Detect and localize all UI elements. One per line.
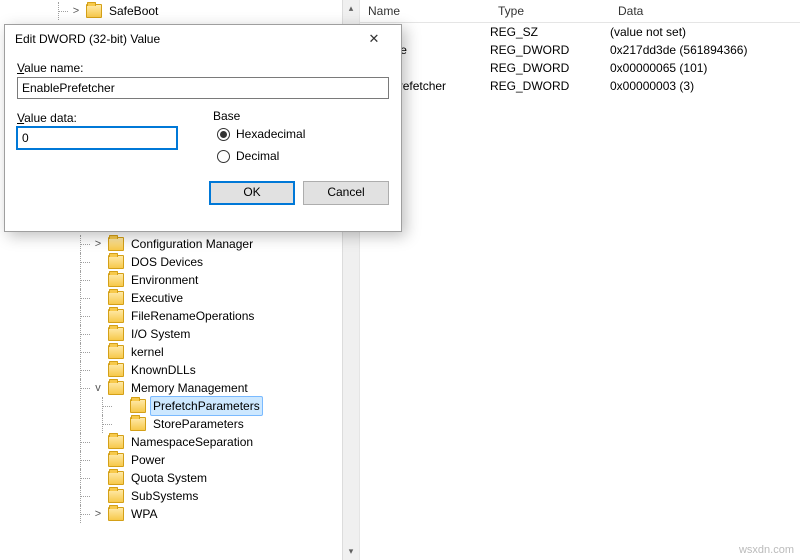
tree-item-label: KnownDLLs [128, 361, 199, 379]
tree-item[interactable]: Quota System [92, 469, 359, 487]
radio-icon [217, 128, 230, 141]
tree-item[interactable]: v Memory Management [92, 379, 359, 397]
folder-icon [108, 327, 124, 341]
folder-icon [108, 507, 124, 521]
radio-icon [217, 150, 230, 163]
tree-item-label: Configuration Manager [128, 235, 256, 253]
folder-icon [108, 489, 124, 503]
tree-item-label: Power [128, 451, 168, 469]
base-group: Base Hexadecimal Decimal [213, 109, 389, 167]
folder-icon [86, 4, 102, 18]
expand-icon[interactable]: > [70, 2, 82, 20]
tree-item[interactable]: PrefetchParameters [114, 397, 359, 415]
dialog-title: Edit DWORD (32-bit) Value [15, 32, 160, 46]
tree-item-label: DOS Devices [128, 253, 206, 271]
tree-item[interactable]: FileRenameOperations [92, 307, 359, 325]
scroll-down-icon[interactable]: ▾ [343, 543, 360, 560]
tree-item[interactable]: KnownDLLs [92, 361, 359, 379]
tree-item-label: PrefetchParameters [150, 396, 263, 416]
tree-item[interactable]: > WPA [92, 505, 359, 523]
cell-data: (value not set) [610, 25, 800, 39]
edit-dword-dialog: Edit DWORD (32-bit) Value ✕ Value name: … [4, 24, 402, 232]
dialog-titlebar: Edit DWORD (32-bit) Value ✕ [5, 25, 401, 53]
folder-icon [108, 345, 124, 359]
tree-item[interactable]: Power [92, 451, 359, 469]
folder-icon [108, 273, 124, 287]
value-data-field[interactable] [17, 127, 177, 149]
col-header-name[interactable]: Name [360, 0, 490, 22]
tree-item-label: Quota System [128, 469, 210, 487]
tree-item-label: SafeBoot [106, 2, 161, 20]
cell-data: 0x00000065 (101) [610, 61, 800, 75]
cell-data: 0x00000003 (3) [610, 79, 800, 93]
value-data-label: Value data: [17, 111, 177, 125]
folder-icon [108, 471, 124, 485]
folder-icon [108, 309, 124, 323]
cell-type: REG_DWORD [490, 43, 610, 57]
value-name-field[interactable] [17, 77, 389, 99]
list-header: Name Type Data [360, 0, 800, 23]
tree-item-label: WPA [128, 505, 160, 523]
col-header-data[interactable]: Data [610, 0, 800, 22]
folder-icon [108, 381, 124, 395]
radio-hexadecimal[interactable]: Hexadecimal [217, 123, 389, 145]
tree-item-label: SubSystems [128, 487, 201, 505]
folder-icon [108, 453, 124, 467]
folder-icon [108, 291, 124, 305]
tree-item[interactable]: Executive [92, 289, 359, 307]
radio-label: Hexadecimal [236, 127, 305, 141]
watermark: wsxdn.com [739, 544, 794, 556]
chevron-right-icon[interactable]: > [92, 505, 104, 523]
list-row[interactable]: efault)REG_SZ(value not set) [360, 23, 800, 41]
cell-data: 0x217dd3de (561894366) [610, 43, 800, 57]
list-row[interactable]: seTimeREG_DWORD0x217dd3de (561894366) [360, 41, 800, 59]
cell-type: REG_DWORD [490, 79, 610, 93]
radio-decimal[interactable]: Decimal [217, 145, 389, 167]
cancel-button[interactable]: Cancel [303, 181, 389, 205]
list-row[interactable]: ootIdREG_DWORD0x00000065 (101) [360, 59, 800, 77]
tree-item-label: NamespaceSeparation [128, 433, 256, 451]
tree-item-label: FileRenameOperations [128, 307, 257, 325]
folder-icon [108, 255, 124, 269]
chevron-down-icon[interactable]: v [92, 379, 104, 397]
tree-item-label: I/O System [128, 325, 193, 343]
close-icon[interactable]: ✕ [353, 28, 395, 50]
tree-item-label: Environment [128, 271, 201, 289]
chevron-right-icon[interactable]: > [92, 235, 104, 253]
tree-item[interactable]: SubSystems [92, 487, 359, 505]
tree-item-label: Memory Management [128, 379, 251, 397]
tree-item[interactable]: > Configuration Manager [92, 235, 359, 253]
tree-item[interactable]: Environment [92, 271, 359, 289]
tree-item-label: kernel [128, 343, 167, 361]
tree-item-safeboot[interactable]: > SafeBoot [70, 2, 359, 20]
tree-item[interactable]: kernel [92, 343, 359, 361]
tree-item[interactable]: StoreParameters [114, 415, 359, 433]
cell-type: REG_SZ [490, 25, 610, 39]
tree-item-label: StoreParameters [150, 415, 247, 433]
radio-label: Decimal [236, 149, 279, 163]
folder-icon [108, 435, 124, 449]
folder-icon [130, 399, 146, 413]
folder-icon [108, 363, 124, 377]
value-name-label: Value name: [17, 61, 389, 75]
ok-button[interactable]: OK [209, 181, 295, 205]
base-label: Base [213, 109, 389, 123]
scroll-up-icon[interactable]: ▴ [343, 0, 360, 17]
tree-item[interactable]: NamespaceSeparation [92, 433, 359, 451]
tree-item[interactable]: I/O System [92, 325, 359, 343]
folder-icon [108, 237, 124, 251]
tree-item-label: Executive [128, 289, 186, 307]
list-pane: Name Type Data efault)REG_SZ(value not s… [360, 0, 800, 560]
col-header-type[interactable]: Type [490, 0, 610, 22]
tree-item[interactable]: DOS Devices [92, 253, 359, 271]
folder-icon [130, 417, 146, 431]
list-row[interactable]: ablePrefetcherREG_DWORD0x00000003 (3) [360, 77, 800, 95]
cell-type: REG_DWORD [490, 61, 610, 75]
